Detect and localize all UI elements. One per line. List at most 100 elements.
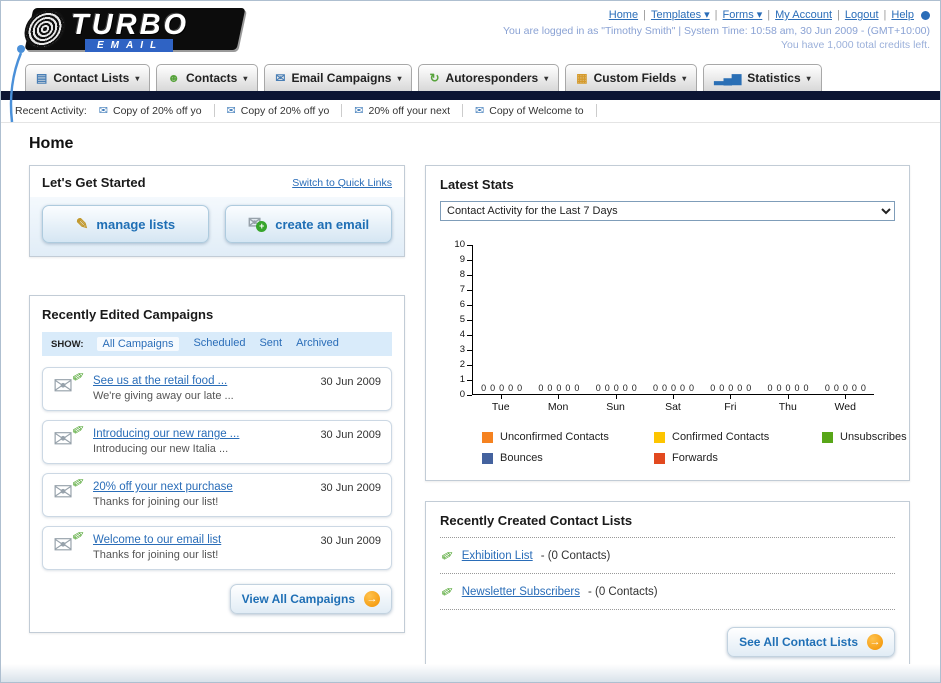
campaign-date: 30 Jun 2009 (320, 535, 381, 547)
link-separator: | (714, 9, 718, 21)
tab-autoresponders[interactable]: ↻ Autoresponders ▾ (418, 64, 560, 91)
tab-statistics[interactable]: ▂▄▆ Statistics ▾ (703, 64, 822, 91)
header-link-home[interactable]: Home (609, 9, 638, 21)
bar-group: 00000 (702, 383, 759, 394)
activity-label: Copy of Welcome to (489, 104, 584, 117)
tab-email-campaigns[interactable]: ✉ Email Campaigns ▾ (264, 64, 413, 91)
stats-period-select[interactable]: Contact Activity for the Last 7 Days (440, 201, 895, 221)
x-axis-label: Sat (644, 395, 701, 413)
campaign-list-item[interactable]: ✉ ✎ See us at the retail food ... We're giv… (42, 367, 392, 411)
campaigns-header: Recently Edited Campaigns (30, 296, 404, 332)
pencil-icon: ✎ (438, 547, 457, 564)
bar-value-label: 0 (794, 383, 800, 393)
x-axis-label: Thu (759, 395, 816, 413)
chevron-down-icon: ▾ (397, 73, 402, 83)
header-link-templates[interactable]: Templates ▾ (651, 9, 710, 21)
bar-slot: 0 (737, 383, 743, 394)
header-link-my-account[interactable]: My Account (775, 9, 832, 21)
y-axis-label: 6 (459, 299, 465, 310)
bar-value-label: 0 (785, 383, 791, 393)
link-separator: | (883, 9, 887, 21)
show-label: SHOW: (51, 338, 84, 350)
campaign-title-link[interactable]: See us at the retail food ... (93, 375, 310, 387)
latest-stats-panel: Latest Stats Contact Activity for the La… (425, 165, 910, 481)
help-status-icon (921, 10, 930, 20)
campaign-text: Welcome to our email list Thanks for join… (93, 534, 310, 561)
bar-slot: 0 (688, 383, 694, 394)
recent-activity-item[interactable]: ✉ 20% off your next (354, 104, 464, 117)
switch-quick-links-link[interactable]: Switch to Quick Links (292, 177, 392, 189)
see-all-contact-lists-button[interactable]: See All Contact Lists → (727, 627, 895, 657)
contact-list-link[interactable]: Exhibition List (462, 550, 533, 562)
filter-scheduled[interactable]: Scheduled (193, 337, 245, 351)
arrow-right-icon: → (364, 591, 380, 607)
x-axis-label: Mon (529, 395, 586, 413)
y-axis-label: 8 (459, 269, 465, 280)
y-axis-label: 5 (459, 314, 465, 325)
bar-value-label: 0 (679, 383, 685, 393)
bar-value-label: 0 (728, 383, 734, 393)
recent-activity-item[interactable]: ✉ Copy of 20% off yo (227, 104, 343, 117)
bar-value-label: 0 (595, 383, 601, 393)
bar-group: 00000 (817, 383, 874, 394)
view-all-campaigns-button[interactable]: View All Campaigns → (229, 584, 392, 614)
bar-value-label: 0 (737, 383, 743, 393)
header-link-help[interactable]: Help (891, 9, 914, 21)
campaign-list-item[interactable]: ✉ ✎ Welcome to our email list Thanks for jo… (42, 526, 392, 570)
campaign-date: 30 Jun 2009 (320, 482, 381, 494)
legend-item: Forwards (654, 452, 822, 464)
x-axis-label: Wed (817, 395, 874, 413)
legend-swatch (654, 452, 665, 464)
campaign-title-link[interactable]: Welcome to our email list (93, 534, 310, 546)
bar-value-label: 0 (833, 383, 839, 393)
arrow-right-icon: → (867, 634, 883, 650)
recently-edited-campaigns-panel: Recently Edited Campaigns SHOW: All Camp… (29, 295, 405, 633)
statistics-icon: ▂▄▆ (714, 71, 742, 85)
tab-contact-lists[interactable]: ▤ Contact Lists ▾ (25, 64, 151, 91)
manage-lists-button[interactable]: ✎ manage lists (42, 205, 209, 243)
recent-activity-items: ✉ Copy of 20% off yo ✉ Copy of 20% off yo ✉ 2… (99, 104, 597, 117)
bar-value-label: 0 (556, 383, 562, 393)
bar-slot: 0 (679, 383, 685, 394)
tab-custom-fields[interactable]: ▦ Custom Fields ▾ (565, 64, 698, 91)
bar-slot: 0 (767, 383, 773, 394)
recent-activity-item[interactable]: ✉ Copy of 20% off yo (99, 104, 215, 117)
bar-slot: 0 (547, 383, 553, 394)
recent-activity-item[interactable]: ✉ Copy of Welcome to (475, 104, 597, 117)
envelope-pencil-icon: ✉ ✎ (53, 369, 88, 401)
create-email-button[interactable]: ✉ + create an email (225, 205, 392, 243)
bar-group: 00000 (530, 383, 587, 394)
campaign-text: See us at the retail food ... We're givin… (93, 375, 310, 402)
campaign-list-item[interactable]: ✉ ✎ 20% off your next purchase Thanks for j… (42, 473, 392, 517)
campaign-title-link[interactable]: 20% off your next purchase (93, 481, 310, 493)
bar-value-label: 0 (547, 383, 553, 393)
y-axis-label: 3 (459, 344, 465, 355)
header-link-forms[interactable]: Forms ▾ (723, 9, 763, 21)
bar-slot: 0 (661, 383, 667, 394)
campaign-filter-bar: SHOW: All Campaigns Scheduled Sent Archived (42, 332, 392, 356)
x-axis-label: Sun (587, 395, 644, 413)
filter-sent[interactable]: Sent (259, 337, 282, 351)
link-separator: | (837, 9, 840, 21)
bar-group: 00000 (759, 383, 816, 394)
view-all-campaigns-label: View All Campaigns (241, 592, 355, 606)
bar-slot: 0 (746, 383, 752, 394)
tab-contacts[interactable]: ☻ Contacts ▾ (156, 64, 259, 91)
chevron-down-icon: ▾ (682, 73, 687, 83)
campaign-subtitle: We're giving away our late ... (93, 390, 234, 402)
legend-label: Confirmed Contacts (672, 431, 770, 443)
campaign-title-link[interactable]: Introducing our new range ... (93, 428, 310, 440)
campaigns-panel-title: Recently Edited Campaigns (42, 307, 214, 322)
campaign-date: 30 Jun 2009 (320, 376, 381, 388)
campaign-list-item[interactable]: ✉ ✎ Introducing our new range ... Introduci… (42, 420, 392, 464)
bar-slot: 0 (824, 383, 830, 394)
y-axis-label: 2 (459, 359, 465, 370)
link-separator: | (643, 9, 646, 21)
email-icon: ✉ (354, 105, 364, 117)
contact-list-link[interactable]: Newsletter Subscribers (462, 586, 580, 598)
contact-lists-footer: See All Contact Lists → (440, 627, 895, 657)
filter-archived[interactable]: Archived (296, 337, 339, 351)
filter-all-campaigns[interactable]: All Campaigns (96, 337, 180, 351)
logo-text-email: EMAIL (85, 39, 174, 52)
header-link-logout[interactable]: Logout (845, 9, 879, 21)
